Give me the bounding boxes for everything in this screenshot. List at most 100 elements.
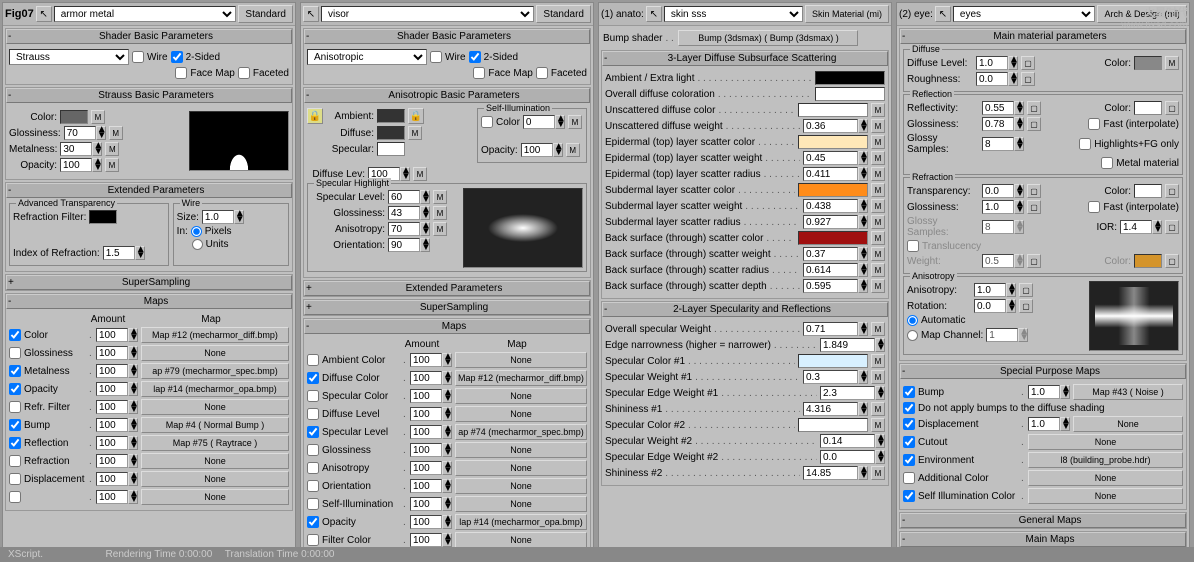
amb-swatch[interactable] xyxy=(377,109,405,123)
pick-icon[interactable]: ↖ xyxy=(36,6,52,22)
color-swatch[interactable] xyxy=(815,71,885,85)
map-slot-btn[interactable]: ap #74 (mecharmor_spec.bmp) xyxy=(455,424,587,440)
map-enable-cb[interactable] xyxy=(307,462,319,474)
map-enable-cb[interactable] xyxy=(307,516,319,528)
map-amount-spinner[interactable]: ▲▼ xyxy=(410,425,452,439)
value-spinner[interactable]: ▲▼ xyxy=(803,466,868,480)
map-amount-spinner[interactable]: ▲▼ xyxy=(410,443,452,457)
rollup-maps[interactable]: -Maps xyxy=(304,319,590,334)
orient-spinner[interactable]: ▲▼ xyxy=(388,238,430,252)
pick-icon[interactable]: ↖ xyxy=(646,6,662,22)
map-enable-cb[interactable] xyxy=(9,347,21,359)
bump-shader-btn[interactable]: Bump (3dsmax) ( Bump (3dsmax) ) xyxy=(678,30,858,46)
map-slot-btn[interactable]: Map #4 ( Normal Bump ) xyxy=(141,417,289,433)
wire-cb[interactable] xyxy=(132,51,144,63)
fast-cb[interactable] xyxy=(1088,118,1100,130)
map-enable-cb[interactable] xyxy=(9,383,21,395)
material-name-dd[interactable]: visor xyxy=(321,6,534,22)
m-btn[interactable]: M xyxy=(871,279,885,293)
map-enable-cb[interactable] xyxy=(307,426,319,438)
note-cb[interactable] xyxy=(903,402,915,414)
sp-map-btn[interactable]: l8 (building_probe.hdr) xyxy=(1028,452,1183,468)
map-enable-cb[interactable] xyxy=(307,408,319,420)
color-swatch[interactable] xyxy=(798,183,868,197)
sp-enable-cb[interactable] xyxy=(903,386,915,398)
value-spinner[interactable]: ▲▼ xyxy=(803,167,868,181)
gloss-spinner[interactable]: ▲▼ xyxy=(64,126,106,140)
map-slot-btn[interactable]: None xyxy=(141,453,289,469)
rollup-extended[interactable]: +Extended Parameters xyxy=(304,281,590,296)
transl-cb[interactable] xyxy=(907,240,919,252)
rollup-special-maps[interactable]: -Special Purpose Maps xyxy=(900,364,1186,379)
m-btn[interactable]: M xyxy=(871,322,885,336)
map-enable-cb[interactable] xyxy=(9,437,21,449)
map-slot-btn[interactable]: None xyxy=(455,532,587,548)
map-enable-cb[interactable] xyxy=(9,365,21,377)
map-slot-btn[interactable]: lap #14 (mecharmor_opa.bmp) xyxy=(455,514,587,530)
map-enable-cb[interactable] xyxy=(307,444,319,456)
color-swatch[interactable] xyxy=(798,135,868,149)
pick-icon[interactable]: ↖ xyxy=(303,6,319,22)
color-swatch[interactable] xyxy=(798,354,868,368)
map-amount-spinner[interactable]: ▲▼ xyxy=(410,371,452,385)
map-enable-cb[interactable] xyxy=(9,473,21,485)
speclev-spinner[interactable]: ▲▼ xyxy=(388,190,430,204)
facemap-cb[interactable] xyxy=(473,67,485,79)
m-btn[interactable]: M xyxy=(871,354,885,368)
auto-radio[interactable] xyxy=(907,315,918,326)
gloss-spinner[interactable]: ▲▼ xyxy=(388,206,430,220)
opac-spinner[interactable]: ▲▼ xyxy=(60,158,102,172)
material-type-btn[interactable]: Arch & Design (mi) xyxy=(1097,5,1187,23)
map-enable-cb[interactable] xyxy=(9,455,21,467)
value-spinner[interactable]: ▲▼ xyxy=(803,322,868,336)
m-btn[interactable]: M xyxy=(871,199,885,213)
difflvl-spinner[interactable]: ▲▼ xyxy=(976,56,1018,70)
si-color-cb[interactable] xyxy=(481,116,493,128)
rollup-aniso[interactable]: -Anisotropic Basic Parameters xyxy=(304,88,590,103)
value-spinner[interactable]: ▲▼ xyxy=(820,434,885,448)
value-spinner[interactable]: ▲▼ xyxy=(820,450,885,464)
refrgl-spinner[interactable]: ▲▼ xyxy=(982,200,1024,214)
map-enable-cb[interactable] xyxy=(9,401,21,413)
rollup-main-params[interactable]: -Main material parameters xyxy=(900,29,1186,44)
material-type-btn[interactable]: Skin Material (mi) xyxy=(805,5,889,23)
rollup-2layer-spec[interactable]: -2-Layer Specularity and Reflections xyxy=(602,302,888,317)
m-btn[interactable]: M xyxy=(871,103,885,117)
map-enable-cb[interactable] xyxy=(9,329,21,341)
material-type-btn[interactable]: Standard xyxy=(536,5,591,23)
color-swatch[interactable] xyxy=(815,87,885,101)
map-slot-btn[interactable]: Map #12 (mecharmor_diff.bmp) xyxy=(455,370,587,386)
map-amount-spinner[interactable]: ▲▼ xyxy=(96,436,138,450)
sp-enable-cb[interactable] xyxy=(903,454,915,466)
ani-spinner[interactable]: ▲▼ xyxy=(974,283,1016,297)
map-amount-spinner[interactable]: ▲▼ xyxy=(96,400,138,414)
wiresize-spinner[interactable]: ▲▼ xyxy=(202,210,244,224)
color-swatch[interactable] xyxy=(798,103,868,117)
rollup-main-maps[interactable]: -Main Maps xyxy=(900,532,1186,547)
value-spinner[interactable]: ▲▼ xyxy=(803,199,868,213)
map-amount-spinner[interactable]: ▲▼ xyxy=(410,353,452,367)
sp-enable-cb[interactable] xyxy=(903,472,915,484)
value-spinner[interactable]: ▲▼ xyxy=(803,215,868,229)
rollup-3layer[interactable]: -3-Layer Diffuse Subsurface Scattering xyxy=(602,51,888,66)
map-enable-cb[interactable] xyxy=(9,491,21,503)
m-btn[interactable]: M xyxy=(871,119,885,133)
map-amount-spinner[interactable]: ▲▼ xyxy=(96,490,138,504)
m-btn[interactable]: M xyxy=(871,167,885,181)
refr-fast-cb[interactable] xyxy=(1088,201,1100,213)
value-spinner[interactable]: ▲▼ xyxy=(820,386,885,400)
sp-amount-spinner[interactable]: ▲▼ xyxy=(1028,385,1070,399)
color-swatch[interactable] xyxy=(798,231,868,245)
map-enable-cb[interactable] xyxy=(307,354,319,366)
color-swatch[interactable] xyxy=(798,418,868,432)
map-slot-btn[interactable]: ap #79 (mecharmor_spec.bmp) xyxy=(141,363,289,379)
refr-filter-swatch[interactable] xyxy=(89,210,117,224)
sp-map-btn[interactable]: None xyxy=(1073,416,1183,432)
rollup-shader-basic[interactable]: -Shader Basic Parameters xyxy=(304,29,590,44)
rollup-strauss[interactable]: -Strauss Basic Parameters xyxy=(6,88,292,103)
faceted-cb[interactable] xyxy=(238,67,250,79)
map-slot-btn[interactable]: None xyxy=(141,399,289,415)
twosided-cb[interactable] xyxy=(171,51,183,63)
sp-enable-cb[interactable] xyxy=(903,418,915,430)
map-amount-spinner[interactable]: ▲▼ xyxy=(96,364,138,378)
